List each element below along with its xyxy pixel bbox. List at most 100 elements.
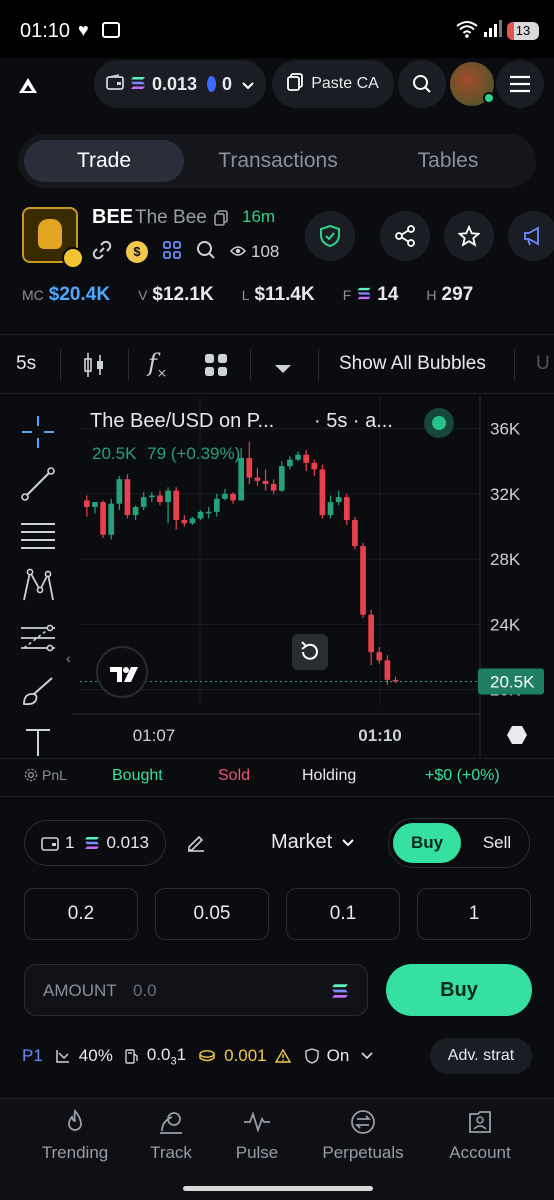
copy-address-icon[interactable] — [214, 210, 228, 231]
nav-trending-label: Trending — [41, 1143, 109, 1162]
security-button[interactable] — [305, 211, 355, 261]
home-indicator[interactable] — [183, 1186, 373, 1191]
sell-tab[interactable]: Sell — [469, 823, 525, 863]
solana-icon — [357, 287, 371, 300]
search-token-icon[interactable] — [196, 240, 216, 265]
candle-body — [222, 493, 228, 499]
price-chart[interactable]: 36K32K28K24K20K20.5K01:0701:10 — [0, 396, 554, 758]
wallet-selector[interactable]: 0.013 0 — [94, 60, 266, 108]
candle-type-icon[interactable] — [82, 351, 106, 384]
wallet-icon — [106, 73, 124, 95]
candle-body — [92, 502, 98, 507]
pnl-settings[interactable]: PnL — [24, 767, 67, 783]
pump-coin-icon[interactable]: $ — [126, 241, 148, 263]
fib-lines-icon[interactable] — [20, 518, 56, 554]
dropdown-triangle-icon[interactable] — [274, 361, 292, 379]
pulse-icon — [202, 1109, 312, 1143]
buy-submit-button[interactable]: Buy — [386, 964, 532, 1016]
quick-amount-button[interactable]: 0.2 — [24, 888, 138, 940]
amount-input[interactable]: AMOUNT 0.0 — [24, 964, 368, 1016]
candle-body — [132, 506, 139, 516]
order-wallet-selector[interactable]: 1 0.013 — [24, 820, 166, 866]
nav-track-label: Track — [150, 1143, 192, 1162]
text-tool-icon[interactable] — [20, 722, 56, 758]
wallet-count: 0 — [221, 73, 232, 94]
status-time: 01:10 — [20, 20, 71, 42]
quick-amount-button[interactable]: 0.05 — [155, 888, 269, 940]
pattern-icon[interactable] — [20, 568, 56, 604]
paste-ca-button[interactable]: Paste CA — [272, 60, 394, 108]
adv-strat-button[interactable]: Adv. strat — [430, 1038, 532, 1074]
candlestick-chart[interactable]: 36K32K28K24K20K20.5K01:0701:10 — [0, 396, 554, 758]
nav-account-label: Account — [449, 1143, 511, 1162]
token-image[interactable] — [22, 207, 84, 269]
holders-grid-icon[interactable] — [162, 240, 182, 265]
tab-tables[interactable]: Tables — [368, 140, 528, 182]
trade-settings-row[interactable]: P1 40% 0.031 0.001 On — [22, 1042, 373, 1070]
candle-body — [311, 462, 318, 470]
layout-grid-icon[interactable] — [204, 353, 228, 382]
pill-badge-icon — [62, 247, 84, 269]
token-age: 16m — [242, 207, 276, 226]
crosshair-icon[interactable] — [20, 414, 56, 450]
candle-body — [205, 511, 212, 514]
bottom-nav: Trending Track Pulse Perpetuals Account — [0, 1098, 554, 1200]
chevron-down-icon — [242, 74, 254, 95]
order-type-selector[interactable]: Market — [271, 831, 354, 854]
quick-amount-button[interactable]: 0.1 — [286, 888, 400, 940]
trend-line-icon[interactable] — [20, 466, 56, 502]
collapse-tools-icon[interactable]: ‹ — [66, 650, 71, 666]
candle-body — [262, 480, 269, 485]
y-tick-label: 28K — [490, 550, 521, 569]
tradingview-logo[interactable] — [96, 646, 148, 698]
candle-body — [335, 497, 342, 503]
slippage-value: 40% — [78, 1046, 113, 1065]
projection-icon[interactable] — [20, 620, 56, 656]
menu-button[interactable] — [496, 60, 544, 108]
preset-label[interactable]: P1 — [22, 1046, 43, 1066]
avatar[interactable] — [450, 62, 495, 106]
nav-perpetuals[interactable]: Perpetuals — [308, 1109, 418, 1163]
token-name: The Bee — [135, 207, 207, 228]
stat-volume: V $12.1K — [138, 284, 214, 305]
show-bubbles-toggle[interactable]: Show All Bubbles — [339, 353, 486, 375]
nav-perpetuals-label: Perpetuals — [322, 1143, 404, 1162]
pnl-label: PnL — [42, 767, 67, 783]
wallet-balance: 0.013 — [152, 73, 198, 94]
y-tick-label: 32K — [490, 485, 521, 504]
candle-body — [295, 454, 301, 460]
indicators-icon[interactable]: f× — [148, 349, 167, 380]
gas-pump-icon — [125, 1049, 138, 1064]
buy-tab[interactable]: Buy — [393, 823, 461, 863]
share-button[interactable] — [380, 211, 430, 261]
candle-body — [384, 660, 391, 680]
interval-selector[interactable]: 5s — [16, 353, 36, 375]
nav-trending[interactable]: Trending — [20, 1109, 130, 1163]
solana-icon — [85, 837, 100, 849]
x-tick-label: 01:07 — [133, 726, 176, 745]
sold-label: Sold — [218, 767, 251, 784]
slippage-icon — [56, 1050, 69, 1063]
app-logo-icon[interactable] — [18, 76, 38, 96]
favorite-button[interactable] — [444, 211, 494, 261]
edit-pencil-icon[interactable] — [186, 832, 206, 857]
tab-trade[interactable]: Trade — [24, 140, 184, 182]
toolbar-overflow-item[interactable]: U — [536, 353, 550, 375]
quick-amount-button[interactable]: 1 — [417, 888, 531, 940]
coins-icon — [199, 1050, 215, 1062]
announce-button[interactable] — [508, 211, 554, 261]
brush-icon[interactable] — [20, 672, 56, 708]
candle-body — [157, 495, 163, 503]
search-button[interactable] — [398, 60, 446, 108]
nav-pulse[interactable]: Pulse — [202, 1109, 312, 1163]
battery-level: 13 — [515, 23, 531, 38]
link-icon[interactable] — [92, 240, 112, 265]
chart-settings-hexagon-icon[interactable] — [506, 724, 528, 746]
wallet-icon — [41, 837, 59, 851]
y-tick-label: 24K — [490, 615, 521, 634]
gear-icon — [24, 768, 38, 782]
nav-account[interactable]: Account — [425, 1109, 535, 1163]
eye-icon — [230, 242, 246, 262]
tab-transactions[interactable]: Transactions — [198, 140, 358, 182]
reset-chart-button[interactable] — [292, 634, 328, 670]
